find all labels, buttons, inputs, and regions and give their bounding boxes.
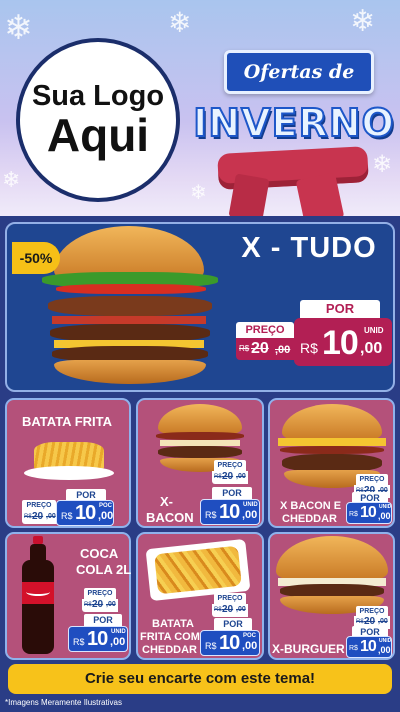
snowflake-icon: ❄ bbox=[2, 168, 21, 193]
new-price-currency: R$ bbox=[205, 510, 217, 520]
title-ofertas-de: Ofertas de bbox=[224, 50, 374, 94]
new-price-currency: R$ bbox=[205, 641, 217, 651]
disclaimer-text: *Imagens Meramente Ilustrativas bbox=[5, 698, 122, 707]
preco-label: PREÇO bbox=[356, 474, 388, 485]
new-price: R$ 10 UNID ,00 bbox=[200, 499, 260, 525]
cta-banner[interactable]: Crie seu encarte com este tema! bbox=[8, 664, 392, 694]
old-price-decimal: ,00 bbox=[275, 344, 291, 356]
coca-cola-bottle-image bbox=[20, 536, 56, 656]
fries-image bbox=[24, 438, 114, 482]
snowflake-icon: ❄ bbox=[372, 150, 393, 178]
featured-old-price: R$ 20 ,00 bbox=[236, 338, 296, 360]
snowflake-icon: ❄ bbox=[4, 8, 33, 48]
new-price: R$ 10 UNID ,00 bbox=[346, 502, 392, 524]
preco-label: PREÇO bbox=[22, 500, 56, 511]
product-name: BATATA FRITA bbox=[22, 414, 113, 429]
new-price-decimal: ,00 bbox=[378, 645, 391, 655]
featured-new-price: R$ 10 UNID ,00 bbox=[294, 318, 392, 366]
new-price-currency: R$ bbox=[300, 340, 318, 356]
old-price-currency: R$ bbox=[356, 619, 364, 625]
por-label: POR bbox=[214, 618, 252, 630]
new-price-decimal: ,00 bbox=[242, 509, 258, 521]
featured-por-label: POR bbox=[300, 300, 380, 318]
old-price: R$ 20,00 bbox=[212, 471, 248, 484]
old-price: R$ 20,00 bbox=[212, 604, 248, 617]
new-price-integer: 10 bbox=[219, 501, 240, 523]
old-price-integer: 20 bbox=[222, 471, 234, 482]
new-price-integer: 10 bbox=[322, 324, 359, 362]
product-name-line-1: BATATA bbox=[152, 618, 194, 630]
logo-line-1: Sua Logo bbox=[31, 79, 165, 112]
old-price: R$ 20,00 bbox=[82, 599, 118, 612]
new-price: R$ 10 UNID ,00 bbox=[68, 626, 128, 652]
new-price-integer: 10 bbox=[360, 638, 377, 655]
product-name-line-2: FRITA COM bbox=[140, 631, 200, 643]
new-price-decimal: ,00 bbox=[98, 510, 114, 522]
new-price-decimal: ,00 bbox=[360, 340, 383, 357]
new-price: R$ 10 POC ,00 bbox=[56, 500, 114, 526]
featured-preco-label: PREÇO bbox=[236, 322, 294, 338]
new-price-decimal: ,00 bbox=[242, 640, 258, 652]
price-unit: UNID bbox=[379, 638, 392, 644]
new-price-integer: 10 bbox=[360, 504, 377, 521]
title-inverno: INVERNO bbox=[192, 100, 395, 146]
new-price-currency: R$ bbox=[349, 645, 358, 652]
new-price-integer: 10 bbox=[75, 502, 96, 524]
product-name: X-BURGUER bbox=[272, 642, 345, 656]
new-price-currency: R$ bbox=[349, 511, 358, 518]
preco-label: PREÇO bbox=[214, 593, 246, 604]
old-price-integer: 20 bbox=[92, 599, 104, 610]
new-price-currency: R$ bbox=[61, 511, 73, 521]
price-unit: UNID bbox=[111, 629, 126, 635]
fries-image bbox=[145, 538, 251, 602]
snowflake-icon: ❄ bbox=[190, 180, 207, 204]
featured-product-name: X - TUDO bbox=[241, 232, 377, 264]
old-price-currency: R$ bbox=[24, 514, 32, 520]
price-unit: POC bbox=[243, 633, 257, 639]
old-price-decimal: ,00 bbox=[236, 606, 246, 613]
old-price: R$ 20,00 bbox=[22, 511, 58, 524]
price-unit: UNID bbox=[243, 502, 258, 508]
price-unit: POC bbox=[99, 503, 113, 509]
preco-label: PREÇO bbox=[84, 588, 116, 599]
old-price-decimal: ,00 bbox=[236, 473, 246, 480]
old-price-integer: 20 bbox=[251, 340, 269, 357]
old-price-decimal: ,00 bbox=[106, 601, 116, 608]
flyer-page: ❄ ❄ ❄ ❄ ❄ ❄ Sua Logo Aqui Ofertas de INV… bbox=[0, 0, 400, 712]
preco-label: PREÇO bbox=[214, 460, 246, 471]
product-name-line-2: BACON bbox=[146, 510, 194, 525]
new-price: R$ 10 POC ,00 bbox=[200, 630, 260, 656]
por-label: POR bbox=[212, 487, 252, 499]
product-name-line-2: CHEDDAR bbox=[282, 513, 337, 525]
old-price-currency: R$ bbox=[84, 602, 92, 608]
por-label: POR bbox=[84, 614, 122, 626]
old-price-integer: 20 bbox=[32, 511, 44, 522]
old-price-decimal: ,00 bbox=[46, 513, 56, 520]
price-unit: UNID bbox=[364, 326, 384, 335]
product-name-line-3: CHEDDAR bbox=[142, 644, 197, 656]
old-price-decimal: ,00 bbox=[378, 618, 388, 625]
old-price-currency: R$ bbox=[214, 607, 222, 613]
logo-placeholder: Sua Logo Aqui bbox=[16, 38, 180, 202]
new-price: R$ 10 UNID ,00 bbox=[346, 636, 392, 658]
old-price-integer: 20 bbox=[222, 604, 234, 615]
product-name-line-1: X BACON E bbox=[280, 500, 342, 512]
discount-badge: -50% bbox=[12, 242, 60, 274]
new-price-decimal: ,00 bbox=[378, 511, 391, 521]
old-price-currency: R$ bbox=[214, 474, 222, 480]
new-price-currency: R$ bbox=[73, 637, 85, 647]
product-name-line-1: X- bbox=[160, 494, 173, 509]
new-price-decimal: ,00 bbox=[110, 636, 126, 648]
burger-image bbox=[34, 226, 224, 388]
logo-line-2: Aqui bbox=[46, 109, 150, 162]
snowflake-icon: ❄ bbox=[350, 4, 376, 39]
new-price-integer: 10 bbox=[87, 628, 108, 650]
new-price-integer: 10 bbox=[219, 632, 240, 654]
price-unit: UNID bbox=[379, 504, 392, 510]
product-name-line-2: COLA 2L bbox=[76, 562, 132, 577]
snowflake-icon: ❄ bbox=[168, 6, 192, 39]
old-price-currency: R$ bbox=[239, 344, 250, 353]
product-name-line-1: COCA bbox=[80, 546, 119, 561]
